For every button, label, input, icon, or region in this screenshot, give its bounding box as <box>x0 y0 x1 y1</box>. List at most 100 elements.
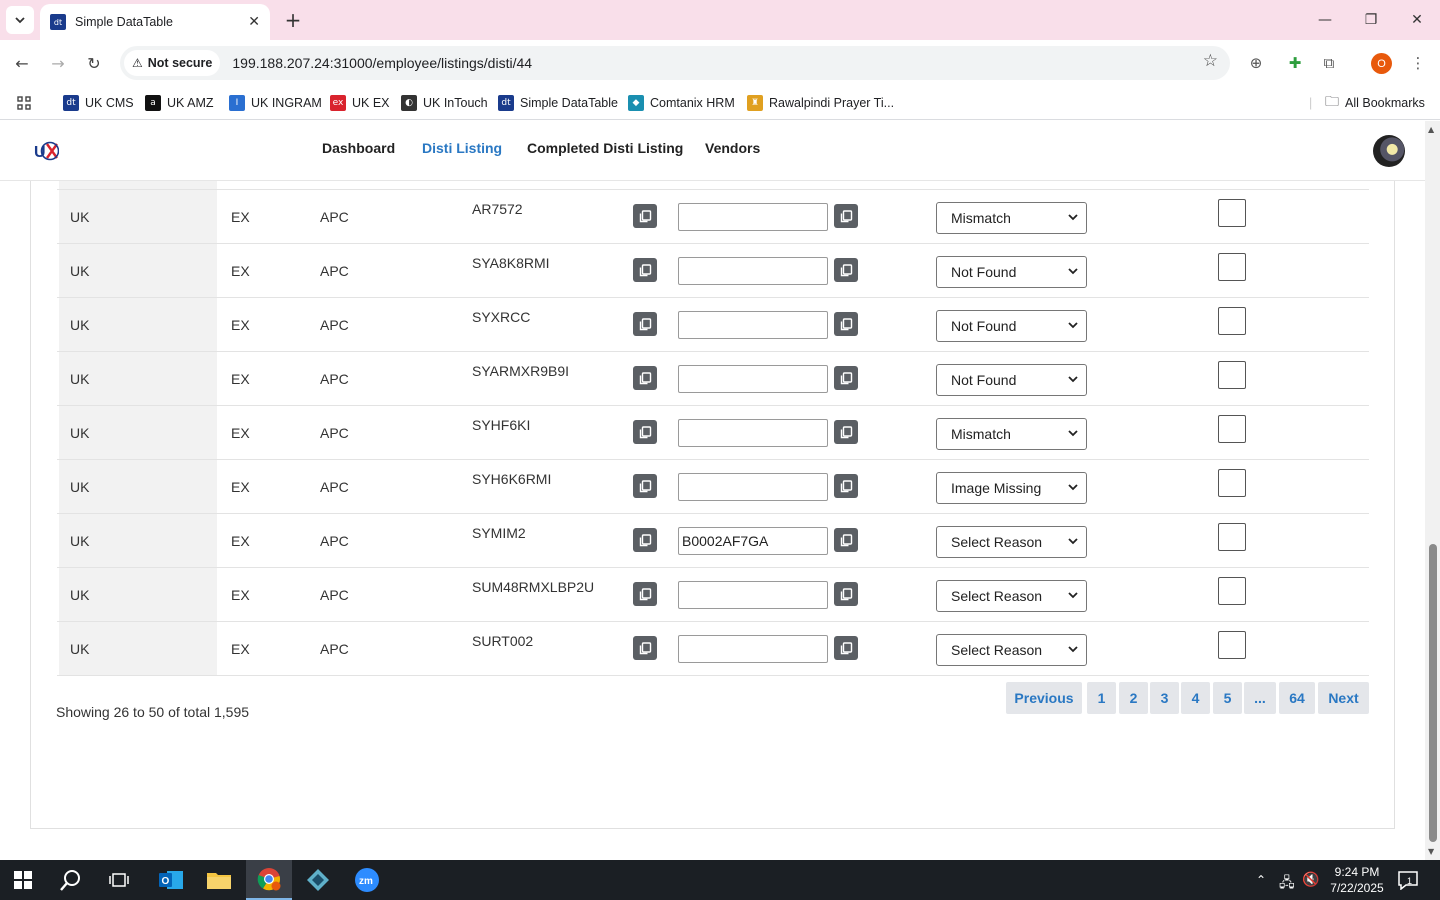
row-checkbox[interactable] <box>1218 469 1246 497</box>
bookmark-comtanix-hrm[interactable]: ◆ Comtanix HRM <box>628 92 735 114</box>
apps-grid-icon[interactable] <box>16 92 32 114</box>
bookmark-simple-datatable[interactable]: dt Simple DataTable <box>498 92 618 114</box>
extension-puzzle-green-icon[interactable]: ✚ <box>1284 52 1306 74</box>
copy-sku-button[interactable] <box>633 582 657 606</box>
start-button[interactable] <box>0 860 46 900</box>
asin-input[interactable] <box>678 419 828 447</box>
asin-input[interactable] <box>678 473 828 501</box>
extensions-icon[interactable]: ⧉ <box>1318 52 1340 74</box>
paste-asin-button[interactable] <box>834 366 858 390</box>
url-text[interactable]: 199.188.207.24:31000/employee/listings/d… <box>232 55 532 71</box>
paste-asin-button[interactable] <box>834 312 858 336</box>
profile-avatar[interactable]: O <box>1371 53 1392 74</box>
new-tab-button[interactable]: + <box>281 8 305 32</box>
pagination-page-4[interactable]: 4 <box>1181 682 1210 714</box>
asin-input[interactable] <box>678 527 828 555</box>
row-checkbox[interactable] <box>1218 415 1246 443</box>
address-bar[interactable]: ⚠ Not secure 199.188.207.24:31000/employ… <box>120 46 1230 80</box>
copy-sku-button[interactable] <box>633 636 657 660</box>
pagination-page-64[interactable]: 64 <box>1279 682 1315 714</box>
scroll-down-icon[interactable]: ▼ <box>1428 847 1434 856</box>
copy-sku-button[interactable] <box>633 204 657 228</box>
row-checkbox[interactable] <box>1218 199 1246 227</box>
nav-vendors[interactable]: Vendors <box>705 140 760 156</box>
notifications-icon[interactable]: 1 <box>1398 870 1418 894</box>
row-checkbox[interactable] <box>1218 307 1246 335</box>
browser-tab[interactable]: dt Simple DataTable ✕ <box>40 4 270 40</box>
reason-select[interactable]: Select Reason <box>936 634 1087 666</box>
all-bookmarks[interactable]: 🗀 All Bookmarks <box>1325 92 1425 114</box>
back-icon[interactable]: ← <box>8 49 36 77</box>
chrome-icon[interactable] <box>246 860 292 900</box>
security-chip[interactable]: ⚠ Not secure <box>124 50 221 76</box>
file-explorer-icon[interactable] <box>196 860 242 900</box>
bookmark-uk-ex[interactable]: ex UK EX <box>330 92 390 114</box>
pagination-page-1[interactable]: 1 <box>1087 682 1116 714</box>
reason-select[interactable]: Select Reason <box>936 526 1087 558</box>
pagination-previous[interactable]: Previous <box>1006 682 1082 714</box>
pagination-ellipsis[interactable]: ... <box>1244 682 1276 714</box>
restore-icon[interactable]: ❐ <box>1356 8 1386 32</box>
copy-sku-button[interactable] <box>633 366 657 390</box>
asin-input[interactable] <box>678 365 828 393</box>
row-checkbox[interactable] <box>1218 523 1246 551</box>
reload-icon[interactable]: ↻ <box>80 49 108 77</box>
user-avatar[interactable] <box>1373 135 1405 167</box>
copy-sku-button[interactable] <box>633 258 657 282</box>
pagination-page-3[interactable]: 3 <box>1150 682 1179 714</box>
nav-disti-listing[interactable]: Disti Listing <box>422 140 502 156</box>
reason-select[interactable]: Mismatch <box>936 202 1087 234</box>
nav-dashboard[interactable]: Dashboard <box>322 140 395 156</box>
paste-asin-button[interactable] <box>834 528 858 552</box>
asin-input[interactable] <box>678 581 828 609</box>
scroll-thumb[interactable] <box>1429 544 1437 842</box>
copy-sku-button[interactable] <box>633 312 657 336</box>
paste-asin-button[interactable] <box>834 474 858 498</box>
reason-select[interactable]: Select Reason <box>936 580 1087 612</box>
minimize-icon[interactable]: — <box>1310 8 1340 32</box>
page-scrollbar[interactable]: ▲ ▼ <box>1425 121 1440 860</box>
volume-muted-icon[interactable]: 🔇 <box>1302 872 1319 888</box>
reason-select[interactable]: Image Missing <box>936 472 1087 504</box>
scroll-up-icon[interactable]: ▲ <box>1428 125 1434 134</box>
asin-input[interactable] <box>678 203 828 231</box>
company-logo[interactable]: U <box>33 139 59 163</box>
task-view-icon[interactable] <box>96 860 142 900</box>
app-diamond-icon[interactable] <box>295 860 341 900</box>
paste-asin-button[interactable] <box>834 636 858 660</box>
pagination-page-5[interactable]: 5 <box>1213 682 1242 714</box>
row-checkbox[interactable] <box>1218 577 1246 605</box>
bookmark-uk-ingram[interactable]: I UK INGRAM <box>229 92 322 114</box>
nav-completed-disti-listing[interactable]: Completed Disti Listing <box>527 140 683 156</box>
row-checkbox[interactable] <box>1218 253 1246 281</box>
forward-icon[interactable]: → <box>44 49 72 77</box>
close-tab-icon[interactable]: ✕ <box>248 14 260 30</box>
reason-select[interactable]: Not Found <box>936 364 1087 396</box>
row-checkbox[interactable] <box>1218 631 1246 659</box>
bookmark-rawalpindi-prayer[interactable]: ♜ Rawalpindi Prayer Ti... <box>747 92 894 114</box>
paste-asin-button[interactable] <box>834 204 858 228</box>
pagination-next[interactable]: Next <box>1318 682 1369 714</box>
close-window-icon[interactable]: ✕ <box>1402 8 1432 32</box>
tray-chevron-up-icon[interactable]: ⌃ <box>1256 873 1266 887</box>
asin-input[interactable] <box>678 311 828 339</box>
asin-input[interactable] <box>678 635 828 663</box>
translate-icon[interactable]: ⊕ <box>1245 52 1267 74</box>
reason-select[interactable]: Not Found <box>936 310 1087 342</box>
bookmark-uk-cms[interactable]: dt UK CMS <box>63 92 134 114</box>
bookmark-star-icon[interactable]: ☆ <box>1203 51 1218 71</box>
asin-input[interactable] <box>678 257 828 285</box>
copy-sku-button[interactable] <box>633 474 657 498</box>
outlook-icon[interactable]: O <box>148 860 194 900</box>
bookmark-uk-intouch[interactable]: ◐ UK InTouch <box>401 92 488 114</box>
paste-asin-button[interactable] <box>834 420 858 444</box>
row-checkbox[interactable] <box>1218 361 1246 389</box>
taskbar-clock[interactable]: 9:24 PM 7/22/2025 <box>1326 864 1388 896</box>
copy-sku-button[interactable] <box>633 528 657 552</box>
reason-select[interactable]: Not Found <box>936 256 1087 288</box>
paste-asin-button[interactable] <box>834 258 858 282</box>
bookmark-uk-amz[interactable]: a UK AMZ <box>145 92 214 114</box>
menu-kebab-icon[interactable]: ⋮ <box>1407 52 1429 74</box>
reason-select[interactable]: Mismatch <box>936 418 1087 450</box>
copy-sku-button[interactable] <box>633 420 657 444</box>
